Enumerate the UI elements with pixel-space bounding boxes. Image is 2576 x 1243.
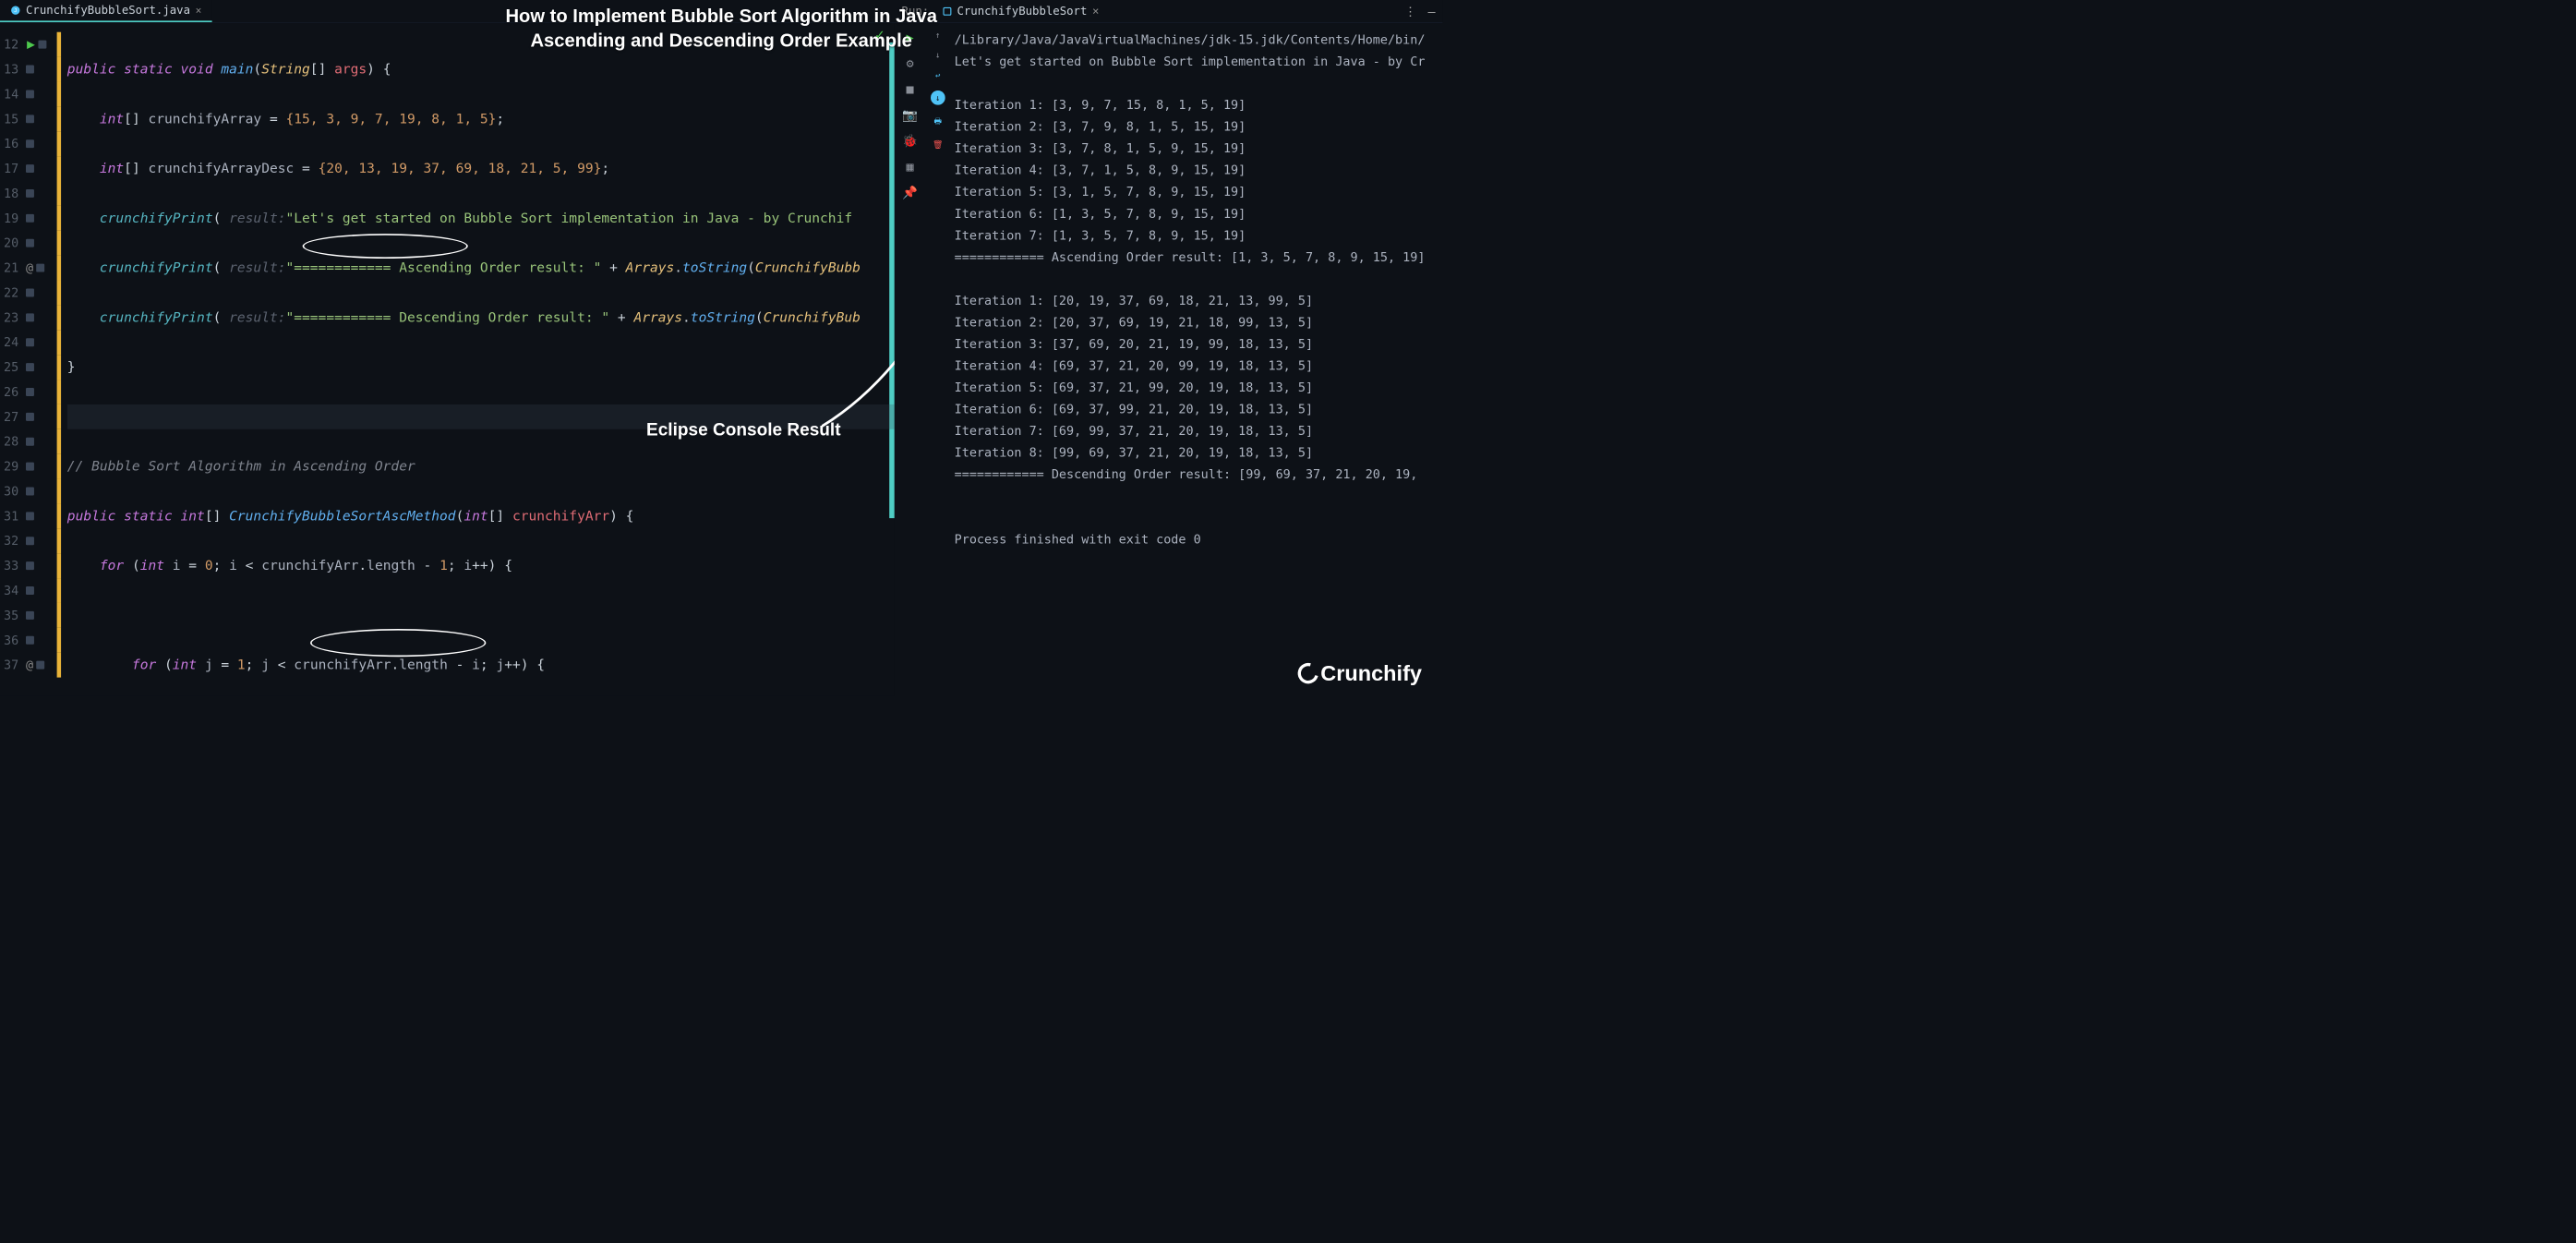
layout-icon[interactable]: ▦ [903,159,918,174]
console-line: Iteration 4: [3, 7, 1, 5, 8, 9, 15, 19] [955,159,1438,181]
pin-icon[interactable]: 📌 [903,185,918,199]
gutter-row[interactable]: 34 [0,578,67,603]
gutter-row[interactable]: 16 [0,131,67,156]
stop-icon[interactable]: ■ [903,81,918,96]
print-icon[interactable]: 🖶 [934,115,942,129]
minimize-icon[interactable]: — [1427,4,1435,18]
console-line: Iteration 2: [3, 7, 9, 8, 1, 5, 15, 19] [955,115,1438,138]
gutter-row[interactable]: 26 [0,380,67,404]
console-line: Iteration 8: [99, 69, 37, 21, 20, 19, 18… [955,441,1438,464]
gutter-row[interactable]: 25 [0,355,67,380]
console-line: Iteration 5: [3, 1, 5, 7, 8, 9, 15, 19] [955,181,1438,203]
svg-text:J: J [14,8,17,14]
gutter-row[interactable]: 18 [0,181,67,206]
gutter-row[interactable]: 35 [0,603,67,628]
run-toolbar-1: ▶ ⚙ ■ 📷 🐞 ▦ 📌 [895,23,926,696]
console-line: /Library/Java/JavaVirtualMachines/jdk-15… [955,29,1438,51]
console-line [955,72,1438,94]
gutter-row[interactable]: 33 [0,553,67,578]
wrap-icon[interactable]: ↩ [935,70,940,80]
run-tab-icon [943,6,952,16]
console-line: Iteration 3: [3, 7, 8, 1, 5, 9, 15, 19] [955,138,1438,160]
gutter-row[interactable]: 20 [0,231,67,256]
page-title: How to Implement Bubble Sort Algorithm i… [505,4,936,52]
gutter-row[interactable]: 31 [0,503,67,528]
gutter-row[interactable]: 23 [0,305,67,330]
gutter-row[interactable]: 24 [0,330,67,355]
editor-tab[interactable]: J CrunchifyBubbleSort.java × [0,0,212,22]
gutter-row[interactable]: 13 [0,57,67,82]
gutter-row[interactable]: 32 [0,528,67,553]
menu-icon[interactable]: ⋮ [1404,4,1416,18]
console-line: Iteration 1: [3, 9, 7, 15, 8, 1, 5, 19] [955,94,1438,116]
console-line [955,485,1438,507]
console-line: ============ Ascending Order result: [1,… [955,247,1438,269]
gutter-row[interactable]: 22 [0,281,67,306]
console-line: Iteration 2: [20, 37, 69, 19, 21, 18, 99… [955,311,1438,333]
console-line: Process finished with exit code 0 [955,528,1438,550]
logo-icon [1294,659,1322,688]
gutter-row[interactable]: 29 [0,454,67,479]
bug-icon[interactable]: 🐞 [903,133,918,148]
run-tab[interactable]: CrunchifyBubbleSort × [936,5,1105,18]
gutter-row[interactable]: 27 [0,404,67,429]
console-line: Iteration 3: [37, 69, 20, 21, 19, 99, 18… [955,333,1438,356]
console-line: Iteration 1: [20, 19, 37, 69, 18, 21, 13… [955,290,1438,312]
console-line: Iteration 4: [69, 37, 21, 20, 99, 19, 18… [955,355,1438,377]
code-editor[interactable]: ✓ 12▶131415161718192021@2223242526272829… [0,23,895,696]
code-area[interactable]: public static void main(String[] args) {… [67,23,895,696]
run-toolbar-2: ↑ ↓ ↩ ↓ 🖶 🗑 [925,23,950,696]
console-line: Iteration 5: [69, 37, 21, 99, 20, 19, 18… [955,377,1438,399]
gutter-row[interactable]: 36 [0,628,67,653]
gear-icon[interactable]: ⚙ [903,55,918,70]
gutter-row[interactable]: 12▶ [0,32,67,57]
console-line [955,268,1438,290]
gutter-row[interactable]: 30 [0,479,67,504]
java-file-icon: J [10,6,20,16]
close-icon[interactable]: × [1092,5,1099,18]
gutter-row[interactable]: 15 [0,106,67,131]
close-icon[interactable]: × [196,4,202,16]
console-line: Iteration 7: [1, 3, 5, 7, 8, 9, 15, 19] [955,224,1438,247]
tab-label: CrunchifyBubbleSort.java [26,4,190,17]
ellipse-annotation-2 [310,629,486,657]
gutter-row[interactable]: 21@ [0,256,67,281]
gutter-row[interactable]: 37@ [0,653,67,678]
console-line: Iteration 6: [1, 3, 5, 7, 8, 9, 15, 19] [955,203,1438,225]
console-line: Iteration 7: [69, 99, 37, 21, 20, 19, 18… [955,420,1438,442]
crunchify-logo: Crunchify [1298,661,1422,686]
trash-icon[interactable]: 🗑 [933,139,943,150]
gutter-row[interactable]: 17 [0,156,67,181]
gutter: 12▶131415161718192021@222324252627282930… [0,23,67,696]
gutter-row[interactable]: 14 [0,81,67,106]
console-line: ============ Descending Order result: [9… [955,464,1438,486]
ellipse-annotation-1 [303,234,468,259]
camera-icon[interactable]: 📷 [903,107,918,122]
gutter-row[interactable]: 28 [0,429,67,454]
run-gutter-icon[interactable]: ▶ [27,37,35,53]
arrow-annotation [807,292,895,437]
console-line: Iteration 6: [69, 37, 99, 21, 20, 19, 18… [955,398,1438,420]
console-line: Let's get started on Bubble Sort impleme… [955,51,1438,73]
run-header: Run: CrunchifyBubbleSort × ⋮ — [895,0,1443,23]
console-output[interactable]: /Library/Java/JavaVirtualMachines/jdk-15… [950,23,1442,696]
export-icon[interactable]: ↓ [931,91,945,105]
console-line [955,507,1438,529]
gutter-row[interactable]: 19 [0,206,67,231]
